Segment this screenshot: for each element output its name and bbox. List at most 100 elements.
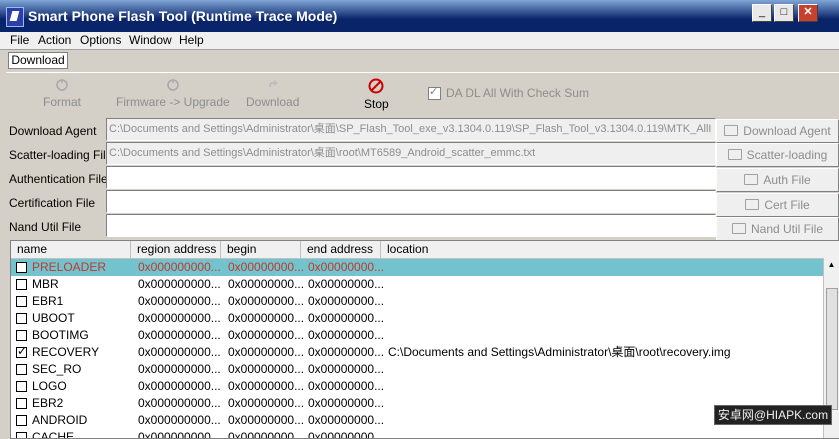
cell-begin-address: 0x00000000... <box>228 311 305 325</box>
table-row[interactable]: SEC_RO 0x000000000... 0x00000000... 0x00000… <box>11 361 823 378</box>
auth-file-button[interactable]: Auth File <box>716 168 839 192</box>
cell-region-address: 0x000000000... <box>138 396 221 410</box>
menu-action[interactable]: Action <box>38 33 71 47</box>
stop-button[interactable]: Stop <box>364 78 389 111</box>
title-bar: Smart Phone Flash Tool (Runtime Trace Mo… <box>0 0 839 32</box>
cell-end-address: 0x00000000... <box>308 277 385 291</box>
cell-name: ANDROID <box>32 413 88 427</box>
row-checkbox[interactable] <box>16 398 27 409</box>
cell-region-address: 0x000000000... <box>138 345 221 359</box>
cell-region-address: 0x000000000... <box>138 294 221 308</box>
table-row[interactable]: EBR1 0x000000000... 0x00000000... 0x0000000… <box>11 293 823 310</box>
firmware-upgrade-button[interactable]: Firmware -> Upgrade <box>116 78 230 109</box>
table-row[interactable]: LOGO 0x000000000... 0x00000000... 0x0000000… <box>11 378 823 395</box>
download-label: Download <box>246 95 300 109</box>
table-row[interactable]: BOOTIMG 0x000000000... 0x00000000... 0x0000… <box>11 327 823 344</box>
cell-end-address: 0x00000000... <box>308 362 385 376</box>
cert-file-button[interactable]: Cert File <box>716 193 839 217</box>
nand-util-file-button-label: Nand Util File <box>750 222 824 236</box>
folder-icon <box>727 149 742 161</box>
folder-icon <box>744 174 759 186</box>
cell-begin-address: 0x00000000... <box>228 345 305 359</box>
column-name[interactable]: name <box>11 241 131 258</box>
cell-region-address: 0x000000000... <box>138 430 221 439</box>
column-region-address[interactable]: region address <box>131 241 221 258</box>
table-row[interactable]: ANDROID 0x000000000... 0x00000000... 0x0000… <box>11 412 823 429</box>
row-checkbox[interactable] <box>16 364 27 375</box>
cell-name: MBR <box>32 277 59 291</box>
nand-util-file-button[interactable]: Nand Util File <box>716 217 839 241</box>
minimize-button[interactable]: _ <box>752 4 772 22</box>
app-icon <box>6 7 24 27</box>
cell-begin-address: 0x00000000... <box>228 379 305 393</box>
nand-util-file-label: Nand Util File <box>9 220 82 234</box>
scroll-up-icon[interactable]: ▲ <box>827 260 836 269</box>
firmware-upgrade-label: Firmware -> Upgrade <box>116 95 230 109</box>
menu-file[interactable]: File <box>10 33 29 47</box>
download-agent-field[interactable]: C:\Documents and Settings\Administrator\… <box>106 118 716 141</box>
authentication-file-field[interactable] <box>106 166 716 189</box>
cell-name: LOGO <box>32 379 67 393</box>
stop-icon <box>368 78 384 94</box>
download-agent-button[interactable]: Download Agent <box>716 119 839 143</box>
cell-name: CACHE <box>32 430 75 439</box>
column-end-address[interactable]: end address <box>301 241 381 258</box>
row-checkbox[interactable] <box>16 381 27 392</box>
table-row[interactable]: EBR2 0x000000000... 0x00000000... 0x0000000… <box>11 395 823 412</box>
cell-location: C:\Documents and Settings\Administrator\… <box>388 345 731 359</box>
download-button[interactable]: Download <box>246 78 299 109</box>
row-checkbox[interactable] <box>16 313 27 324</box>
row-checkbox[interactable] <box>16 415 27 426</box>
cell-begin-address: 0x00000000... <box>228 430 305 439</box>
scatter-loading-label: Scatter-loading File <box>9 148 113 162</box>
cell-end-address: 0x00000000... <box>308 294 385 308</box>
format-icon <box>56 79 68 91</box>
cell-region-address: 0x000000000... <box>138 260 221 274</box>
cell-region-address: 0x000000000... <box>138 277 221 291</box>
checksum-checkbox[interactable] <box>428 85 441 101</box>
scroll-thumb[interactable] <box>826 288 838 410</box>
cell-end-address: 0x00000000... <box>308 328 385 342</box>
auth-file-button-label: Auth File <box>763 173 811 187</box>
cell-end-address: 0x00000000... <box>308 430 385 439</box>
cell-begin-address: 0x00000000... <box>228 362 305 376</box>
format-button[interactable]: Format <box>43 78 81 109</box>
cert-file-button-label: Cert File <box>764 198 810 212</box>
cell-end-address: 0x00000000... <box>308 345 385 359</box>
scatter-loading-field[interactable]: C:\Documents and Settings\Administrator\… <box>106 142 716 165</box>
row-checkbox[interactable] <box>16 330 27 341</box>
nand-util-file-field[interactable] <box>106 214 716 237</box>
menu-options[interactable]: Options <box>80 33 121 47</box>
column-location[interactable]: location <box>381 241 823 258</box>
maximize-button[interactable]: □ <box>774 4 794 22</box>
row-checkbox[interactable] <box>16 296 27 307</box>
cell-begin-address: 0x00000000... <box>228 413 305 427</box>
menu-help[interactable]: Help <box>179 33 204 47</box>
cell-region-address: 0x000000000... <box>138 379 221 393</box>
authentication-file-label: Authentication File <box>9 172 108 186</box>
table-row[interactable]: MBR 0x000000000... 0x00000000... 0x00000000… <box>11 276 823 293</box>
column-begin-address[interactable]: begin address <box>221 241 301 273</box>
table-row[interactable]: PRELOADER 0x000000000... 0x00000000... 0x00… <box>11 259 823 276</box>
table-row[interactable]: CACHE 0x000000000... 0x00000000... 0x000000… <box>11 429 823 439</box>
cell-name: SEC_RO <box>32 362 82 376</box>
download-agent-button-label: Download Agent <box>743 124 831 138</box>
row-checkbox[interactable] <box>16 262 27 273</box>
row-checkbox[interactable] <box>16 432 27 438</box>
cell-end-address: 0x00000000... <box>308 260 385 274</box>
scatter-loading-button[interactable]: Scatter-loading <box>716 143 839 167</box>
tab-download[interactable]: Download <box>8 52 68 69</box>
row-checkbox[interactable] <box>16 279 27 290</box>
certification-file-field[interactable] <box>106 190 716 213</box>
checksum-option[interactable]: DA DL All With Check Sum <box>428 85 589 101</box>
cell-begin-address: 0x00000000... <box>228 260 305 274</box>
table-row[interactable]: RECOVERY 0x000000000... 0x00000000...0x000… <box>11 344 823 361</box>
menu-window[interactable]: Window <box>129 33 172 47</box>
cell-end-address: 0x00000000... <box>308 311 385 325</box>
cell-region-address: 0x000000000... <box>138 311 221 325</box>
close-button[interactable]: ✕ <box>798 4 818 22</box>
download-icon <box>268 80 278 87</box>
table-row[interactable]: UBOOT 0x000000000... 0x00000000... 0x000000… <box>11 310 823 327</box>
row-checkbox[interactable] <box>16 344 27 358</box>
watermark: 安卓网@HIAPK.com <box>714 405 832 425</box>
